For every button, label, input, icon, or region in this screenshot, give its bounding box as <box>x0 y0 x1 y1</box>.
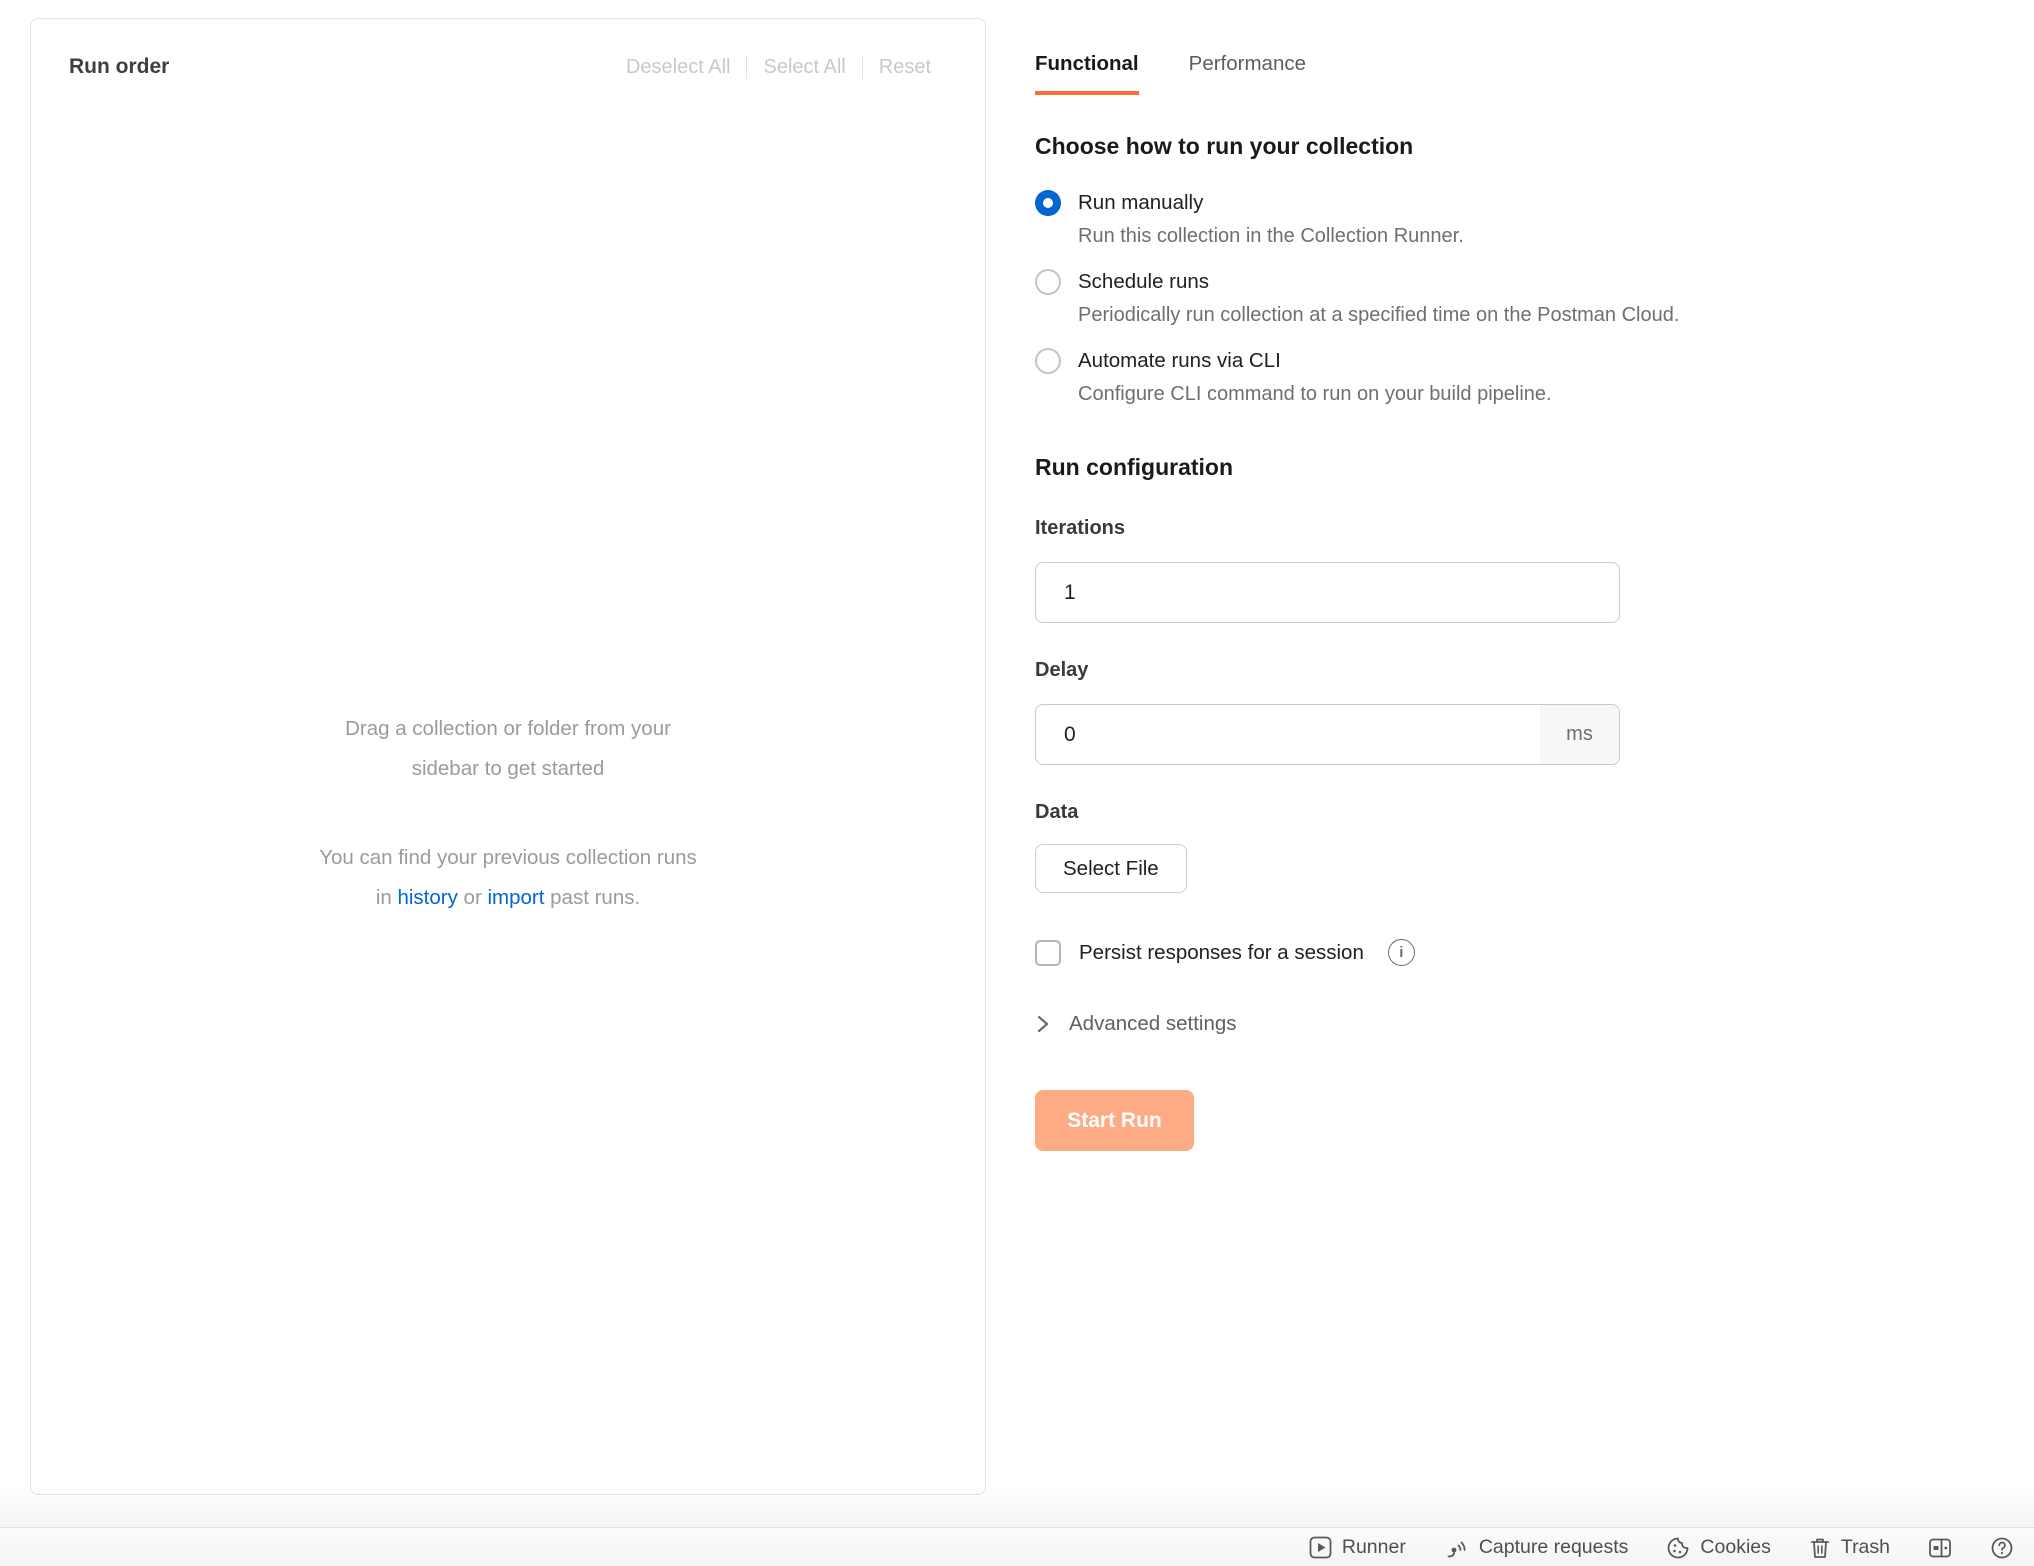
run-settings-panel: Functional Performance Choose how to run… <box>1035 0 2034 1151</box>
runner-play-icon <box>1309 1536 1332 1559</box>
run-mode-options: Run manually Run this collection in the … <box>1035 190 2034 406</box>
start-run-button[interactable]: Start Run <box>1035 1090 1194 1151</box>
option-run-manually: Run manually Run this collection in the … <box>1035 190 2034 248</box>
persist-responses-label: Persist responses for a session <box>1079 941 1364 965</box>
run-manually-label: Run manually <box>1078 191 1203 215</box>
automate-cli-row[interactable]: Automate runs via CLI <box>1035 348 2034 374</box>
cookie-icon <box>1666 1536 1690 1560</box>
schedule-runs-description: Periodically run collection at a specifi… <box>1078 304 2034 327</box>
history-link[interactable]: history <box>397 886 457 909</box>
statusbar-trash[interactable]: Trash <box>1809 1536 1890 1560</box>
run-mode-tabs: Functional Performance <box>1035 0 2034 95</box>
empty-find-mid: or <box>458 886 488 909</box>
schedule-runs-row[interactable]: Schedule runs <box>1035 269 2034 295</box>
delay-label: Delay <box>1035 659 2034 682</box>
select-all-button[interactable]: Select All <box>747 56 861 79</box>
question-circle-icon <box>1990 1536 2014 1560</box>
run-manually-radio[interactable] <box>1035 190 1061 216</box>
run-order-panel: Run order Deselect All Select All Reset … <box>30 18 986 1495</box>
tab-functional[interactable]: Functional <box>1035 52 1139 95</box>
statusbar-runner[interactable]: Runner <box>1309 1536 1406 1559</box>
option-schedule-runs: Schedule runs Periodically run collectio… <box>1035 269 2034 327</box>
cookies-label: Cookies <box>1700 1536 1770 1559</box>
schedule-runs-label: Schedule runs <box>1078 270 1209 294</box>
choose-run-heading: Choose how to run your collection <box>1035 133 2034 160</box>
delay-input[interactable] <box>1035 704 1620 765</box>
schedule-runs-radio[interactable] <box>1035 269 1061 295</box>
run-order-title: Run order <box>69 55 169 79</box>
statusbar-panel-toggle[interactable] <box>1928 1536 1952 1560</box>
statusbar-capture-requests[interactable]: Capture requests <box>1444 1536 1629 1560</box>
reset-button[interactable]: Reset <box>863 56 947 79</box>
statusbar-cookies[interactable]: Cookies <box>1666 1536 1770 1560</box>
delay-unit-suffix: ms <box>1540 705 1619 764</box>
run-configuration-heading: Run configuration <box>1035 454 2034 481</box>
iterations-input[interactable] <box>1035 562 1620 623</box>
automate-cli-label: Automate runs via CLI <box>1078 349 1281 373</box>
empty-find-post: past runs. <box>544 886 640 909</box>
automate-cli-radio[interactable] <box>1035 348 1061 374</box>
run-manually-description: Run this collection in the Collection Ru… <box>1078 225 2034 248</box>
delay-input-wrap: ms <box>1035 704 1620 765</box>
empty-find-line1: You can find your previous collection ru… <box>31 838 985 878</box>
empty-find-line2: in history or import past runs. <box>31 878 985 918</box>
status-bar: Runner Capture requests Cookies Trash <box>0 1527 2034 1566</box>
empty-state: Drag a collection or folder from your si… <box>31 709 985 918</box>
run-order-header: Run order Deselect All Select All Reset <box>31 19 985 79</box>
info-icon[interactable]: i <box>1388 939 1415 966</box>
select-file-button[interactable]: Select File <box>1035 844 1187 893</box>
split-panel-icon <box>1928 1536 1952 1560</box>
empty-drag-line2: sidebar to get started <box>31 749 985 789</box>
data-label: Data <box>1035 801 2034 824</box>
trash-label: Trash <box>1841 1536 1890 1559</box>
empty-find-pre: in <box>376 886 398 909</box>
persist-responses-row: Persist responses for a session i <box>1035 939 2034 966</box>
statusbar-help[interactable] <box>1990 1536 2014 1560</box>
advanced-settings-toggle[interactable]: Advanced settings <box>1035 1012 2034 1036</box>
iterations-label: Iterations <box>1035 517 2034 540</box>
run-order-actions: Deselect All Select All Reset <box>610 55 947 79</box>
automate-cli-description: Configure CLI command to run on your bui… <box>1078 383 2034 406</box>
chevron-right-icon <box>1035 1013 1050 1035</box>
run-manually-row[interactable]: Run manually <box>1035 190 2034 216</box>
trash-icon <box>1809 1536 1831 1560</box>
advanced-settings-label: Advanced settings <box>1069 1012 1237 1036</box>
capture-requests-label: Capture requests <box>1479 1536 1629 1559</box>
empty-drag-line1: Drag a collection or folder from your <box>31 709 985 749</box>
option-automate-cli: Automate runs via CLI Configure CLI comm… <box>1035 348 2034 406</box>
persist-responses-checkbox[interactable] <box>1035 940 1061 966</box>
tab-performance[interactable]: Performance <box>1189 52 1306 95</box>
deselect-all-button[interactable]: Deselect All <box>610 56 747 79</box>
import-link[interactable]: import <box>487 886 544 909</box>
runner-label: Runner <box>1342 1536 1406 1559</box>
capture-requests-icon <box>1444 1536 1469 1560</box>
